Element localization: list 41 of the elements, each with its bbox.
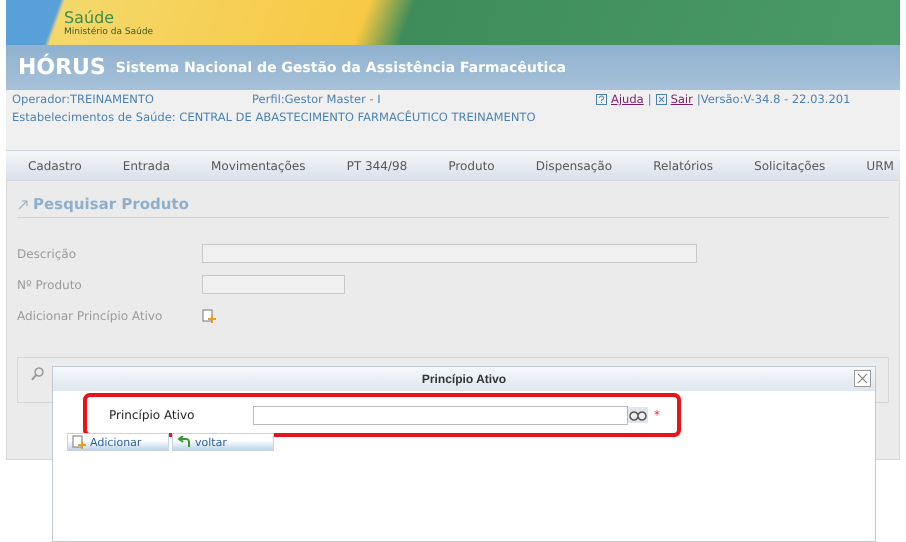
input-field[interactable] xyxy=(253,406,628,424)
menu-item[interactable]: Movimentações xyxy=(211,158,306,172)
menu-item[interactable]: Cadastro xyxy=(28,158,82,172)
menu-item[interactable]: Relatórios xyxy=(653,158,713,172)
close-icon xyxy=(656,94,667,104)
input-field[interactable] xyxy=(202,244,697,263)
add-icon xyxy=(202,308,216,322)
back-button[interactable]: voltar xyxy=(172,433,274,451)
menu-item[interactable]: Solicitações xyxy=(754,158,826,172)
arrow-icon xyxy=(17,198,29,210)
close-button[interactable] xyxy=(854,370,871,387)
menu-item[interactable]: Produto xyxy=(448,158,495,172)
dialog-title: Princípio Ativo xyxy=(422,372,506,386)
field-label: Adicionar Princípio Ativo xyxy=(17,308,164,322)
search-icon xyxy=(30,366,46,382)
brand-name: Saúde xyxy=(64,8,116,26)
field-label: Princípio Ativo xyxy=(109,408,196,422)
input-field[interactable] xyxy=(202,275,345,294)
system-name: HÓRUS xyxy=(18,55,106,80)
profile-text: Perfil:Gestor Master - I xyxy=(252,92,382,106)
menu-item[interactable]: Dispensação xyxy=(536,158,612,172)
page-title: Pesquisar Produto xyxy=(33,195,189,213)
required-mark: * xyxy=(654,408,660,422)
binoculars-icon[interactable] xyxy=(628,407,648,423)
ministry-name: Ministério da Saúde xyxy=(64,26,154,36)
menu-item[interactable]: Entrada xyxy=(122,158,170,172)
menu-item[interactable]: URM xyxy=(866,158,894,172)
separator-text: | xyxy=(648,92,652,106)
field-label: Descrição xyxy=(17,246,78,260)
add-button[interactable]: Adicionar xyxy=(67,433,169,451)
operator-text: Operador:TREINAMENTO xyxy=(12,92,155,106)
help-link[interactable]: Ajuda xyxy=(611,92,644,106)
back-arrow-icon xyxy=(177,436,191,448)
system-subtitle: Sistema Nacional de Gestão da Assistência Farmacêutica xyxy=(116,60,566,76)
establishment-text: Estabelecimentos de Saúde: CENTRAL DE ABASTECIMENTO FARMACÊUTICO TREINAMENTO xyxy=(12,110,536,124)
exit-link[interactable]: Sair xyxy=(670,92,693,106)
version-text: |Versão:V-34.8 - 22.03.201 xyxy=(696,92,850,106)
field-label: Nº Produto xyxy=(17,278,83,292)
menu-item[interactable]: PT 344/98 xyxy=(346,158,408,172)
help-icon xyxy=(596,94,607,104)
add-icon xyxy=(72,435,86,449)
